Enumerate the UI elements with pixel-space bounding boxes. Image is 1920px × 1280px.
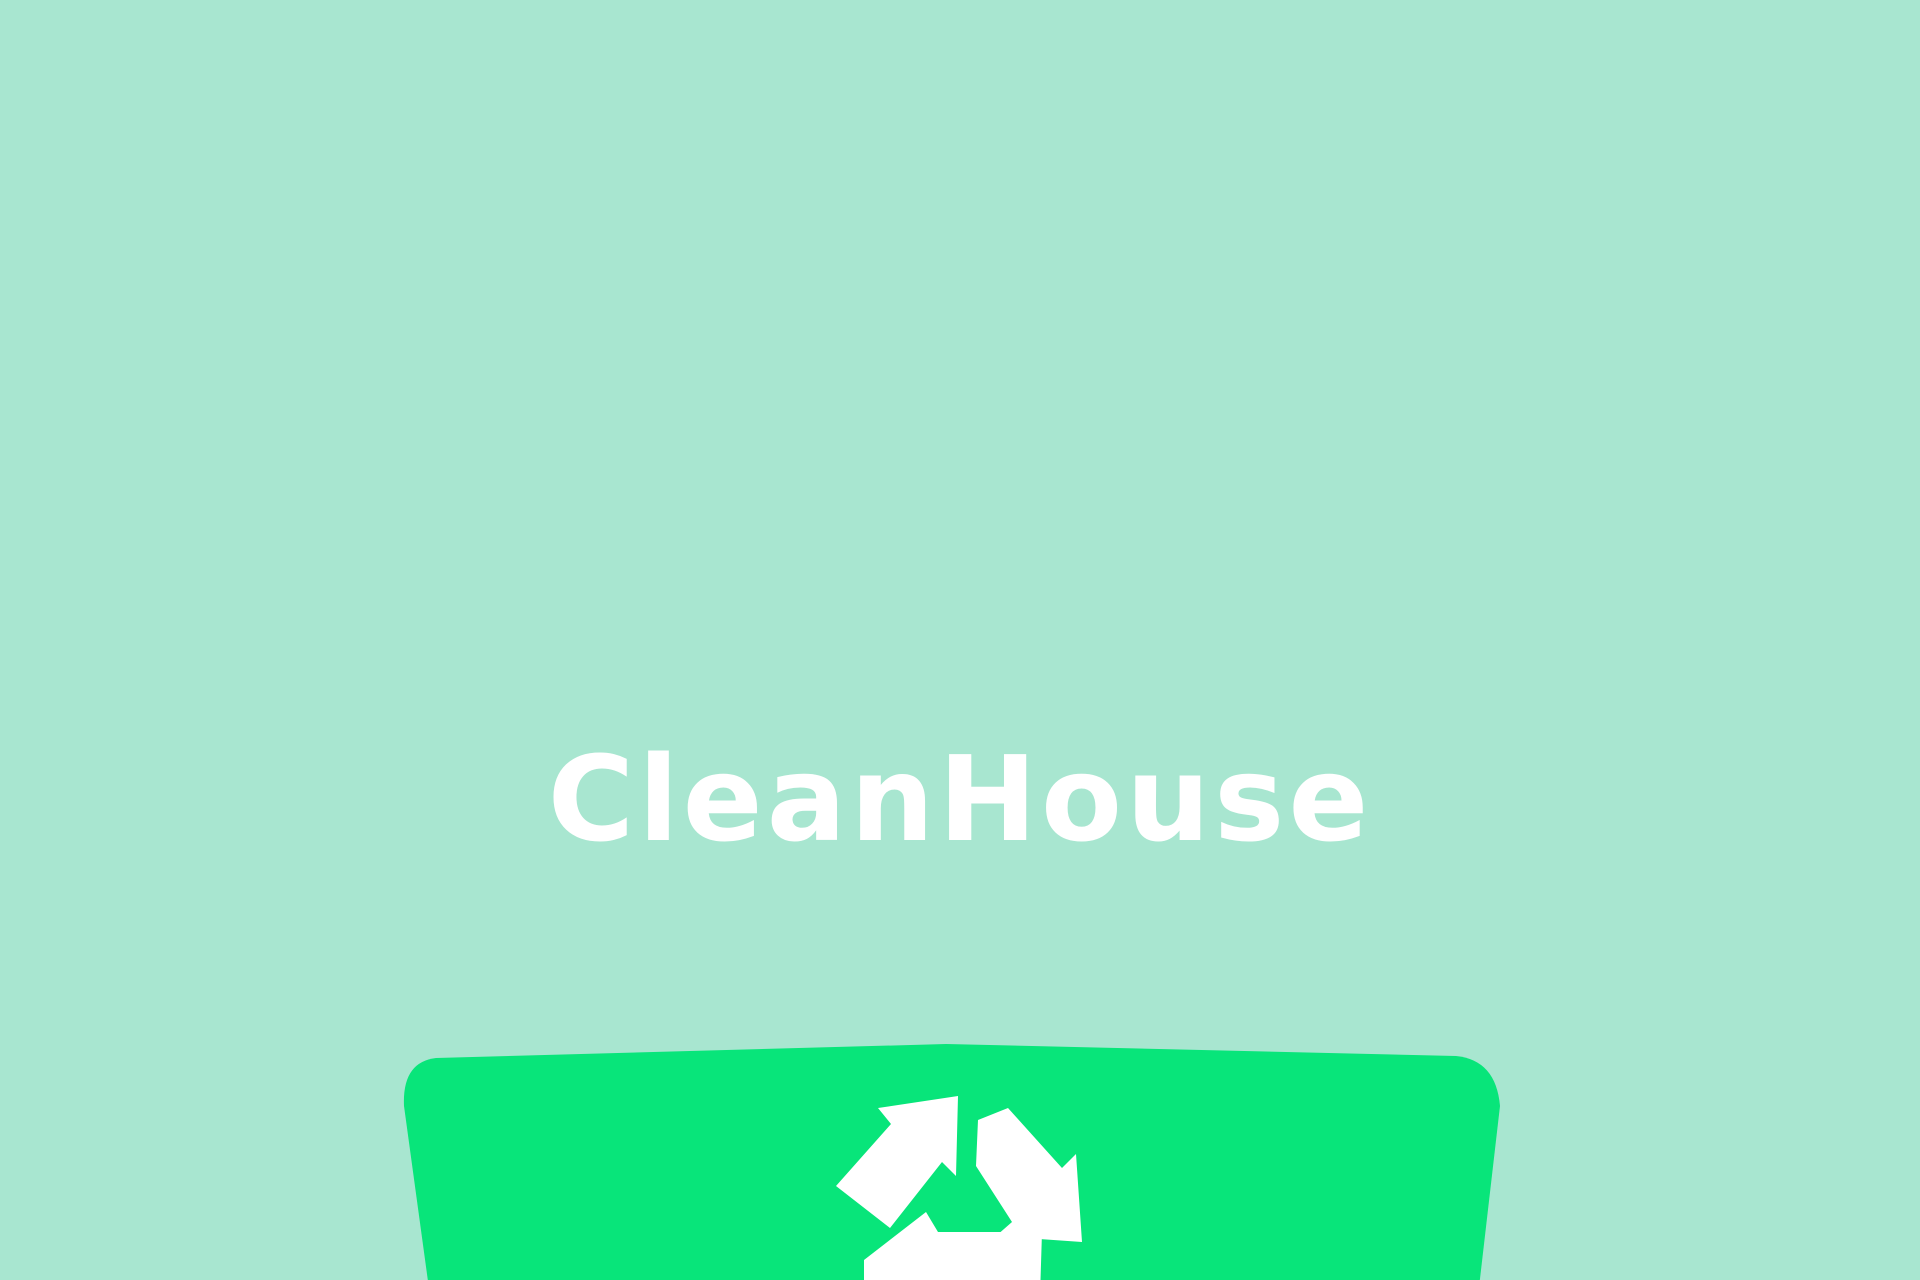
- app-title: CleanHouse: [547, 730, 1373, 868]
- recycling-bin-icon: [403, 1044, 1500, 1280]
- splash-screen: CleanHouse: [0, 0, 1920, 1280]
